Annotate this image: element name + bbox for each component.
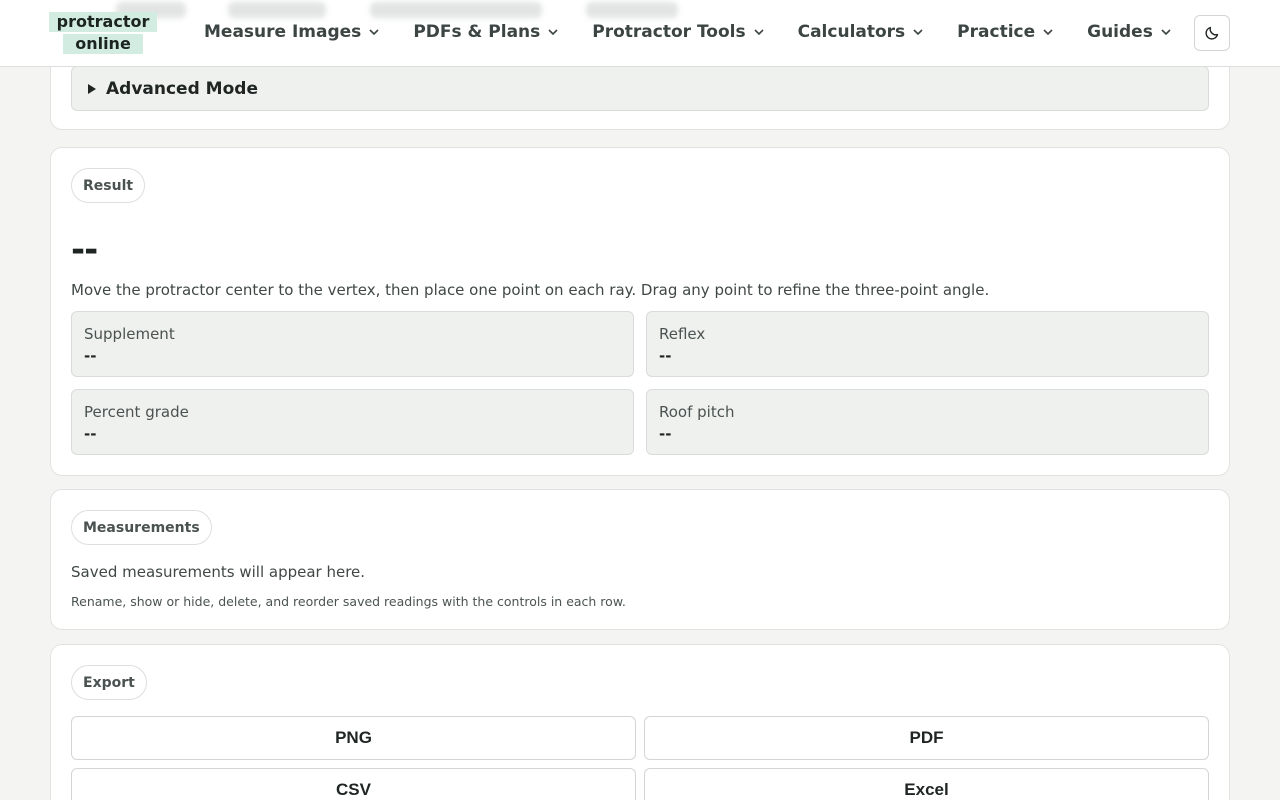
measurements-hint: Rename, show or hide, delete, and reorde… — [71, 594, 626, 609]
chevron-down-icon — [369, 28, 379, 35]
stat-percent-grade: Percent grade -- — [71, 389, 634, 455]
nav-label: Protractor Tools — [592, 22, 746, 42]
advanced-mode-toggle[interactable]: Advanced Mode — [71, 66, 1209, 111]
export-excel-button[interactable]: Excel — [644, 768, 1209, 800]
stat-reflex: Reflex -- — [646, 311, 1209, 377]
main-nav: Measure Images PDFs & Plans Protractor T… — [204, 20, 1171, 44]
export-pdf-button[interactable]: PDF — [644, 716, 1209, 760]
nav-guides[interactable]: Guides — [1087, 20, 1171, 44]
stat-label: Supplement — [84, 325, 175, 343]
advanced-mode-label: Advanced Mode — [106, 78, 258, 99]
nav-practice[interactable]: Practice — [957, 20, 1053, 44]
chevron-down-icon — [754, 28, 764, 35]
disclosure-triangle-icon — [88, 83, 96, 94]
stat-label: Reflex — [659, 325, 706, 343]
stat-supplement: Supplement -- — [71, 311, 634, 377]
blurred-tab-strip — [0, 0, 1280, 20]
chevron-down-icon — [1161, 28, 1171, 35]
export-csv-button[interactable]: CSV — [71, 768, 636, 800]
top-navigation-bar: protractor online Measure Images PDFs & … — [0, 0, 1280, 67]
theme-toggle-button[interactable] — [1194, 15, 1230, 51]
stat-value: -- — [659, 347, 672, 365]
stat-value: -- — [84, 425, 97, 443]
export-card: Export PNG PDF CSV Excel — [50, 644, 1230, 800]
site-logo[interactable]: protractor online — [48, 12, 158, 54]
export-png-button[interactable]: PNG — [71, 716, 636, 760]
nav-label: Practice — [957, 22, 1036, 42]
nav-measure-images[interactable]: Measure Images — [204, 20, 379, 44]
stat-value: -- — [659, 425, 672, 443]
stat-label: Percent grade — [84, 403, 189, 421]
angle-result-value: -- — [71, 230, 98, 270]
nav-label: Measure Images — [204, 22, 362, 42]
stat-roof-pitch: Roof pitch -- — [646, 389, 1209, 455]
chevron-down-icon — [913, 28, 923, 35]
nav-label: Guides — [1087, 22, 1153, 42]
nav-label: Calculators — [797, 22, 906, 42]
measurements-card: Measurements Saved measurements will app… — [50, 489, 1230, 630]
stat-label: Roof pitch — [659, 403, 735, 421]
logo-line-1: protractor — [48, 12, 158, 32]
result-badge: Result — [71, 168, 146, 203]
export-badge: Export — [71, 665, 147, 700]
result-instructions: Move the protractor center to the vertex… — [71, 281, 990, 299]
stat-value: -- — [84, 347, 97, 365]
nav-protractor-tools[interactable]: Protractor Tools — [592, 20, 764, 44]
moon-icon — [1205, 26, 1219, 40]
measurements-badge: Measurements — [71, 510, 212, 545]
nav-pdfs-plans[interactable]: PDFs & Plans — [413, 20, 558, 44]
chevron-down-icon — [1043, 28, 1053, 35]
chevron-down-icon — [548, 28, 558, 35]
logo-line-2: online — [63, 34, 143, 54]
measurements-empty-text: Saved measurements will appear here. — [71, 563, 366, 581]
result-card: Result -- Move the protractor center to … — [50, 147, 1230, 476]
nav-label: PDFs & Plans — [413, 22, 541, 42]
nav-calculators[interactable]: Calculators — [798, 20, 924, 44]
